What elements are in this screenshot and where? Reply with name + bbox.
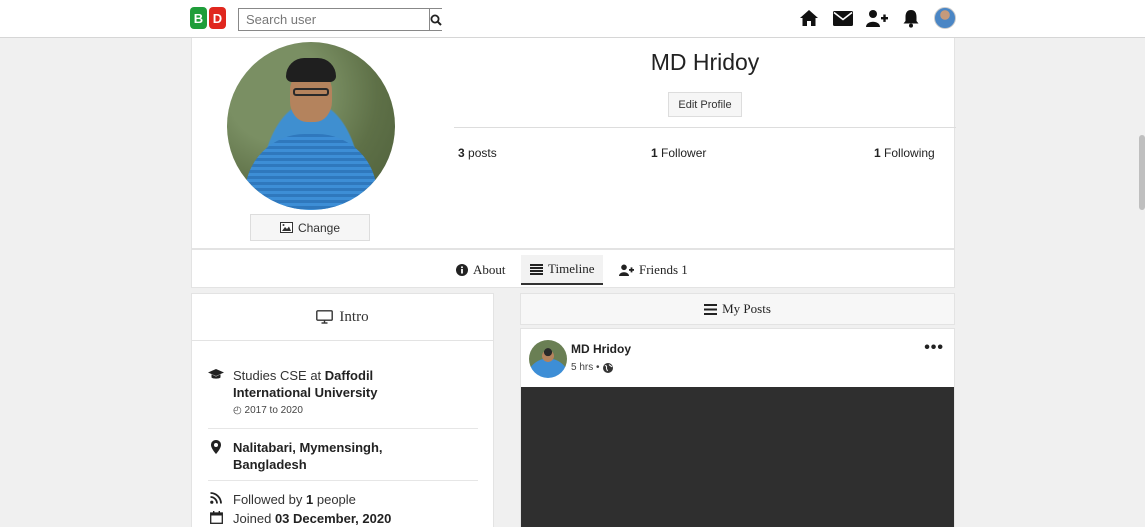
intro-panel: Intro Studies CSE at Daffodil Internatio…	[191, 293, 494, 527]
my-posts-title: My Posts	[722, 301, 771, 316]
intro-header: Intro	[192, 294, 493, 341]
envelope-icon	[833, 10, 853, 26]
tab-timeline-label: Timeline	[548, 261, 595, 276]
scrollbar-thumb[interactable]	[1139, 135, 1145, 210]
tab-timeline[interactable]: Timeline	[521, 255, 604, 285]
nav-home-button[interactable]	[798, 7, 820, 29]
search-icon	[430, 14, 442, 26]
intro-joined: Joined 03 December, 2020	[208, 510, 391, 527]
map-marker-icon	[211, 440, 221, 454]
nav-avatar[interactable]	[934, 7, 956, 29]
nav-icons	[798, 7, 956, 29]
nav-friend-requests-button[interactable]	[866, 7, 888, 29]
intro-separator	[208, 428, 478, 429]
following-stat[interactable]: 1 Following	[874, 146, 935, 160]
intro-education: Studies CSE at Daffodil International Un…	[208, 367, 377, 419]
post-image[interactable]	[521, 387, 954, 527]
profile-picture[interactable]	[227, 42, 395, 210]
following-count: 1	[874, 146, 881, 160]
bars-icon	[704, 303, 718, 315]
tab-about[interactable]: About	[447, 255, 515, 285]
followed-count: 1	[306, 492, 314, 507]
intro-location: Nalitabari, Mymensingh, Bangladesh	[208, 439, 383, 473]
profile-name: MD Hridoy	[650, 49, 760, 75]
tab-friends-label: Friends 1	[639, 262, 688, 277]
graduation-cap-icon	[208, 369, 224, 379]
nav-messages-button[interactable]	[832, 7, 854, 29]
followers-stat[interactable]: 1 Follower	[651, 146, 706, 160]
tab-about-label: About	[473, 262, 506, 277]
rss-icon	[210, 492, 222, 504]
home-icon	[800, 10, 818, 26]
edit-profile-button[interactable]: Edit Profile	[668, 92, 742, 117]
posts-count: 3	[458, 146, 465, 160]
post-card: MD Hridoy 5 hrs • •••	[520, 328, 955, 527]
followers-label: Follower	[661, 146, 707, 160]
search-box	[238, 8, 442, 31]
followers-count: 1	[651, 146, 658, 160]
desktop-icon	[316, 310, 334, 324]
nav-notifications-button[interactable]	[900, 7, 922, 29]
post-options-button[interactable]: •••	[924, 339, 944, 357]
intro-separator	[208, 480, 478, 481]
change-photo-button[interactable]: Change	[250, 214, 370, 241]
post-author-avatar[interactable]	[529, 340, 567, 378]
education-prefix: Studies CSE at	[233, 368, 322, 383]
education-years: 2017 to 2020	[244, 405, 303, 416]
education-school-line1: Daffodil	[324, 368, 374, 383]
location-line2: Bangladesh	[233, 457, 307, 472]
scrollbar[interactable]	[1139, 38, 1145, 527]
posts-count-stat[interactable]: 3 posts	[458, 146, 497, 160]
followed-prefix: Followed by	[233, 492, 303, 507]
info-circle-icon	[456, 264, 468, 276]
education-school-line2: International University	[233, 385, 378, 400]
logo-letter-b: B	[190, 7, 207, 29]
search-input[interactable]	[239, 9, 429, 30]
following-label: Following	[884, 146, 935, 160]
calendar-icon	[209, 511, 223, 524]
list-icon	[530, 263, 543, 275]
joined-date: 03 December, 2020	[274, 511, 392, 526]
site-logo[interactable]: B D	[190, 7, 226, 29]
followed-suffix: people	[316, 492, 356, 507]
post-author-name[interactable]: MD Hridoy	[571, 342, 631, 356]
logo-letter-d: D	[209, 7, 226, 29]
top-navbar: B D	[0, 0, 1145, 38]
globe-icon	[602, 362, 613, 373]
posts-label: posts	[468, 146, 497, 160]
user-plus-icon	[866, 10, 888, 27]
intro-followed-by: Followed by 1 people	[208, 491, 356, 508]
post-time: 5 hrs •	[571, 362, 600, 373]
joined-prefix: Joined	[233, 511, 272, 526]
intro-title: Intro	[339, 308, 369, 325]
search-button[interactable]	[429, 9, 442, 30]
image-icon	[279, 222, 293, 233]
change-photo-label: Change	[297, 220, 341, 235]
profile-divider	[454, 127, 956, 128]
profile-tabs: About Timeline Friends 1	[191, 249, 955, 288]
tab-friends[interactable]: Friends 1	[610, 255, 697, 285]
post-meta: 5 hrs •	[571, 362, 613, 373]
profile-header: Change MD Hridoy Edit Profile 3 posts 1 …	[191, 38, 956, 249]
bell-icon	[903, 9, 919, 28]
user-plus-icon	[619, 264, 634, 276]
location-line1: Nalitabari, Mymensingh,	[233, 440, 383, 455]
my-posts-header: My Posts	[520, 293, 955, 325]
clock-icon: ◴	[233, 405, 242, 416]
